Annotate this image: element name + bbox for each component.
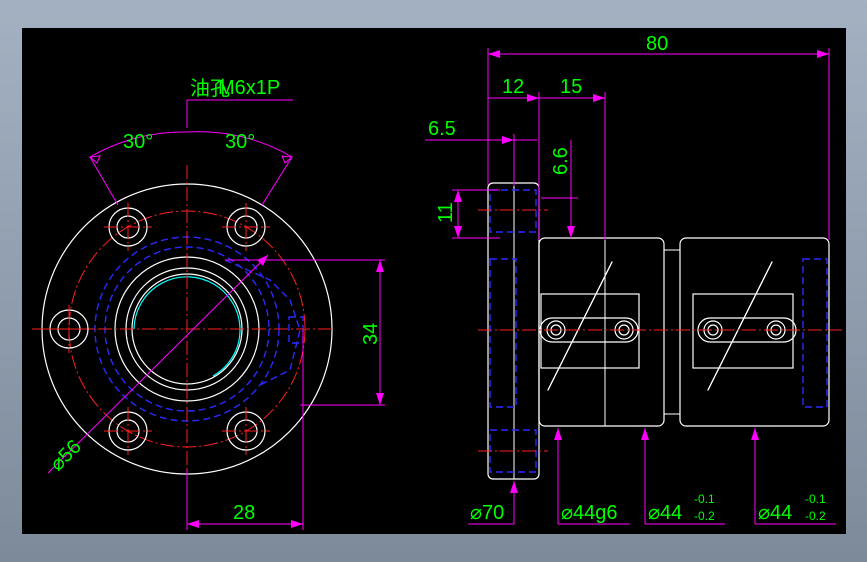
dim-phi44-b-label: ⌀44: [758, 502, 792, 524]
dim-phi44-a-tol-upper: -0.1: [694, 492, 715, 506]
dim-12-arrow: [527, 94, 539, 102]
dim-phi44-b-tol-upper: -0.1: [805, 492, 826, 506]
dim-phi44-a-label: ⌀44: [648, 502, 682, 524]
angle-left-label: 30°: [123, 131, 153, 153]
bolt-hole-left: [45, 305, 93, 353]
dim-diameter-leader: [47, 254, 269, 474]
flange-hidden-hole-top: [489, 189, 537, 233]
dim-phi44g6-label: ⌀44g6: [561, 502, 618, 524]
oil-hole-hidden: [288, 316, 304, 344]
bolt-hole-top-right: [222, 203, 270, 251]
bolt-hole-bottom-right: [222, 407, 270, 455]
dim-11-label: 11: [435, 202, 457, 223]
dim-15-label: 15: [560, 76, 582, 98]
angle-ext-right: [261, 156, 293, 206]
dim-phi44-b-tol-lower: -0.2: [805, 509, 826, 523]
dim-6-6-label: 6.6: [550, 147, 572, 175]
dim-6-5-arrow: [502, 136, 514, 144]
dim-34-arrow-bottom: [376, 393, 384, 405]
nut-body-right: [679, 237, 830, 427]
dim-11-arrow-bottom: [454, 226, 462, 238]
dim-phi44-b-arrow: [751, 428, 759, 440]
body-hidden-right: [802, 258, 828, 408]
dim-11-arrow-top: [454, 190, 462, 202]
hidden-slot: [224, 259, 301, 386]
dim-6-6-arrow: [567, 226, 575, 238]
thread-label: M6x1P: [218, 77, 280, 99]
nut-body-left: [538, 237, 665, 427]
cad-drawing: 油孔 M6x1P 30° 30° 34 28 ⌀56 80 12 15 6.5 …: [32, 33, 842, 530]
dim-phi44-a-arrow: [641, 428, 649, 440]
front-view: 油孔 M6x1P 30° 30° 34 28 ⌀56: [32, 77, 385, 530]
dim-34-arrow-top: [376, 260, 384, 272]
dim-12-label: 12: [502, 76, 524, 98]
dim-28-arrow-left: [187, 520, 199, 528]
dim-80-label: 80: [646, 33, 668, 55]
dim-80-arrow-left: [488, 50, 500, 58]
dim-phi44-a-tol-lower: -0.2: [694, 509, 715, 523]
return-tube-left-b: [547, 261, 613, 391]
angle-ext-left: [89, 156, 119, 206]
dim-phi70-label: ⌀70: [470, 502, 504, 524]
flange-hidden-bore: [489, 258, 517, 408]
dim-phi70-arrow: [510, 481, 518, 493]
side-view: 80 12 15 6.5 6.6 11 ⌀70 ⌀44g6 ⌀44 -0.1 -…: [425, 33, 842, 525]
return-tube-right-b: [707, 261, 773, 391]
dim-80-arrow-right: [817, 50, 829, 58]
dim-28-label: 28: [233, 502, 255, 524]
bolt-hole-top-left: [104, 203, 152, 251]
dim-34-label: 34: [360, 323, 382, 345]
dim-phi44g6-arrow: [554, 428, 562, 440]
dim-6-5-label: 6.5: [428, 118, 456, 140]
dim-28-arrow-right: [291, 520, 303, 528]
bolt-hole-bottom-left: [104, 407, 152, 455]
dim-15-arrow: [593, 94, 605, 102]
angle-right-label: 30°: [225, 131, 255, 153]
